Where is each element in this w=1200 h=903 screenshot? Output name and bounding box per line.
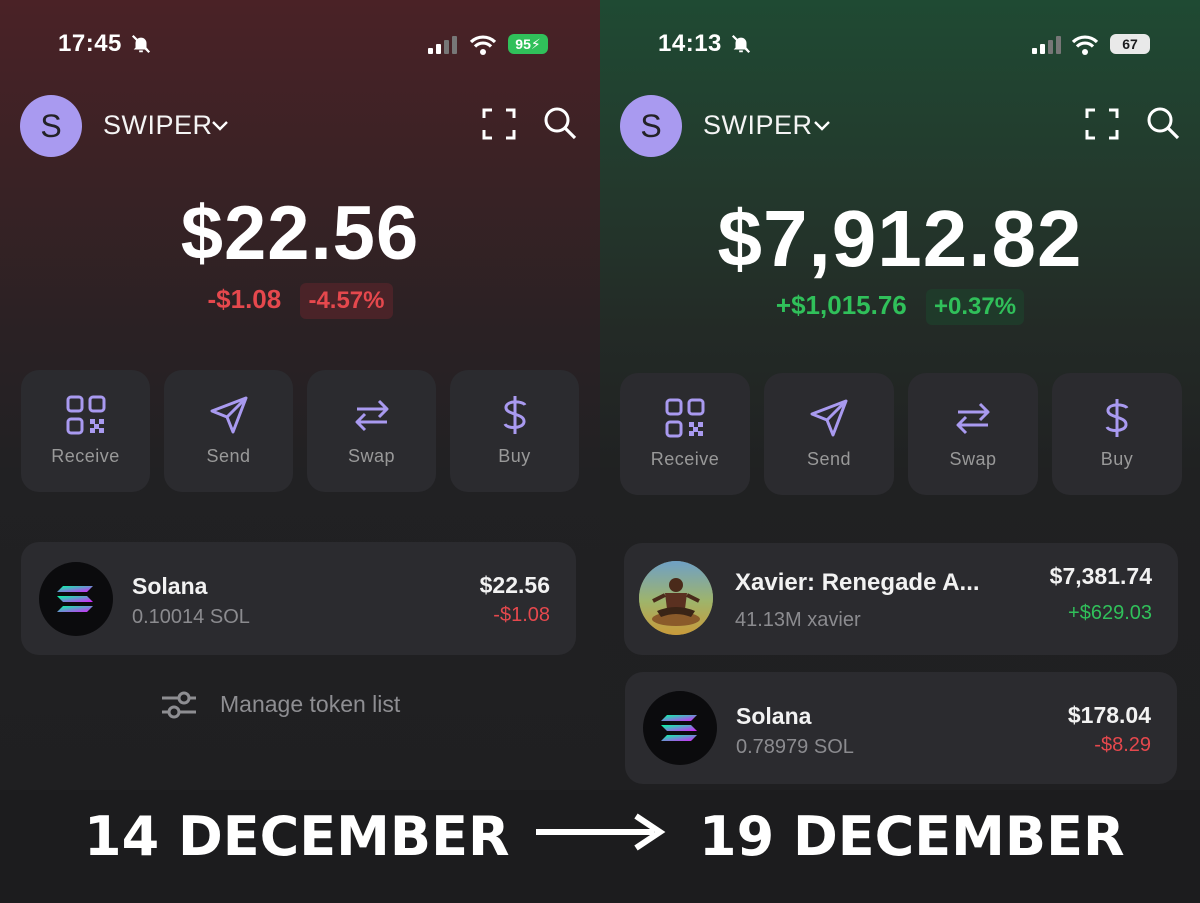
swap-arrows-icon [355, 399, 389, 432]
wifi-icon [1072, 35, 1098, 55]
token-delta: -$1.08 [493, 604, 550, 626]
cell-signal-icon [428, 36, 457, 54]
balance-change: +$1,015.76 +0.37% [600, 289, 1200, 325]
change-amount: -$1.08 [207, 284, 282, 314]
change-amount: +$1,015.76 [775, 290, 907, 320]
manage-token-list-label: Manage token list [220, 691, 401, 717]
buy-button[interactable]: Buy [1052, 373, 1182, 495]
send-button[interactable]: Send [164, 370, 293, 492]
dollar-icon [503, 396, 527, 434]
avatar[interactable]: S [620, 95, 682, 157]
wallet-name[interactable]: SWIPER [103, 110, 213, 141]
paper-plane-icon [210, 396, 248, 434]
swap-button[interactable]: Swap [908, 373, 1038, 495]
token-row-solana[interactable]: Solana 0.78979 SOL $178.04 -$8.29 [625, 672, 1177, 784]
wallet-name[interactable]: SWIPER [703, 110, 813, 141]
xavier-token-logo-icon [639, 561, 713, 635]
token-row-solana[interactable]: Solana 0.10014 SOL $22.56 -$1.08 [21, 542, 576, 655]
action-bar: Receive Send Swap Buy [21, 370, 579, 492]
buy-label: Buy [1100, 449, 1134, 469]
token-name: Solana [132, 573, 208, 599]
battery-indicator: 67 [1110, 34, 1150, 54]
caption-to-date: 19 DECEMBER [699, 805, 1125, 868]
action-bar: Receive Send Swap Buy [620, 373, 1182, 495]
swap-button[interactable]: Swap [307, 370, 436, 492]
right-arrow-icon [536, 813, 666, 851]
token-value: $178.04 [1067, 702, 1151, 728]
send-button[interactable]: Send [764, 373, 894, 495]
bell-muted-icon [131, 34, 151, 54]
solana-logo-icon [643, 691, 717, 765]
balance-change: -$1.08 -4.57% [0, 283, 600, 319]
total-balance: $22.56 [180, 191, 420, 276]
change-percent-badge: +0.37% [926, 289, 1025, 325]
dollar-icon [1105, 399, 1129, 437]
swap-label: Swap [347, 446, 396, 466]
token-name: Xavier: Renegade A... [735, 569, 980, 596]
solana-logo-icon [39, 562, 113, 636]
token-value: $22.56 [479, 572, 550, 598]
qr-code-icon [665, 398, 705, 438]
cell-signal-icon [1032, 36, 1061, 54]
paper-plane-icon [810, 399, 848, 437]
token-amount: 0.10014 SOL [132, 606, 250, 628]
caption-from-date: 14 DECEMBER [84, 805, 510, 868]
left-wallet-screen: 17:45 95⚡ S SWIPER $22.56 -$1.08 -4.57% [0, 0, 600, 790]
token-delta: -$8.29 [1094, 734, 1151, 756]
receive-button[interactable]: Receive [21, 370, 150, 492]
swap-arrows-icon [956, 402, 990, 435]
battery-indicator: 95⚡ [508, 34, 548, 54]
token-name: Solana [736, 703, 812, 729]
wifi-icon [470, 35, 496, 55]
receive-label: Receive [51, 446, 120, 466]
avatar[interactable]: S [20, 95, 82, 157]
search-icon[interactable] [1145, 105, 1181, 141]
chevron-down-icon[interactable] [812, 117, 832, 133]
token-delta: +$629.03 [1068, 602, 1152, 624]
sliders-icon [162, 691, 196, 719]
status-time: 17:45 [58, 30, 122, 57]
search-icon[interactable] [542, 105, 578, 141]
qr-code-icon [66, 395, 106, 435]
status-bar: 17:45 95⚡ [0, 30, 600, 62]
swap-label: Swap [949, 449, 997, 469]
total-balance: $7,912.82 [717, 194, 1083, 283]
scan-icon[interactable] [482, 107, 516, 141]
scan-icon[interactable] [1085, 107, 1119, 141]
chevron-down-icon[interactable] [210, 117, 230, 133]
send-label: Send [806, 449, 852, 469]
receive-button[interactable]: Receive [620, 373, 750, 495]
wallet-header: S SWIPER [620, 95, 1180, 157]
right-wallet-screen: 14:13 67 S SWIPER $7,912.82 +$1,015.76 +… [600, 0, 1200, 790]
buy-button[interactable]: Buy [450, 370, 579, 492]
receive-label: Receive [650, 449, 720, 469]
token-row-xavier[interactable]: Xavier: Renegade A... 41.13M xavier $7,3… [624, 543, 1178, 655]
buy-label: Buy [498, 446, 531, 466]
token-value: $7,381.74 [1049, 563, 1152, 589]
send-label: Send [206, 446, 251, 466]
status-time: 14:13 [658, 30, 722, 57]
token-amount: 0.78979 SOL [736, 736, 854, 758]
change-percent-badge: -4.57% [300, 283, 393, 319]
token-amount: 41.13M xavier [735, 609, 861, 631]
bell-muted-icon [731, 34, 751, 54]
wallet-header: S SWIPER [20, 95, 580, 157]
status-bar: 14:13 67 [600, 30, 1200, 62]
